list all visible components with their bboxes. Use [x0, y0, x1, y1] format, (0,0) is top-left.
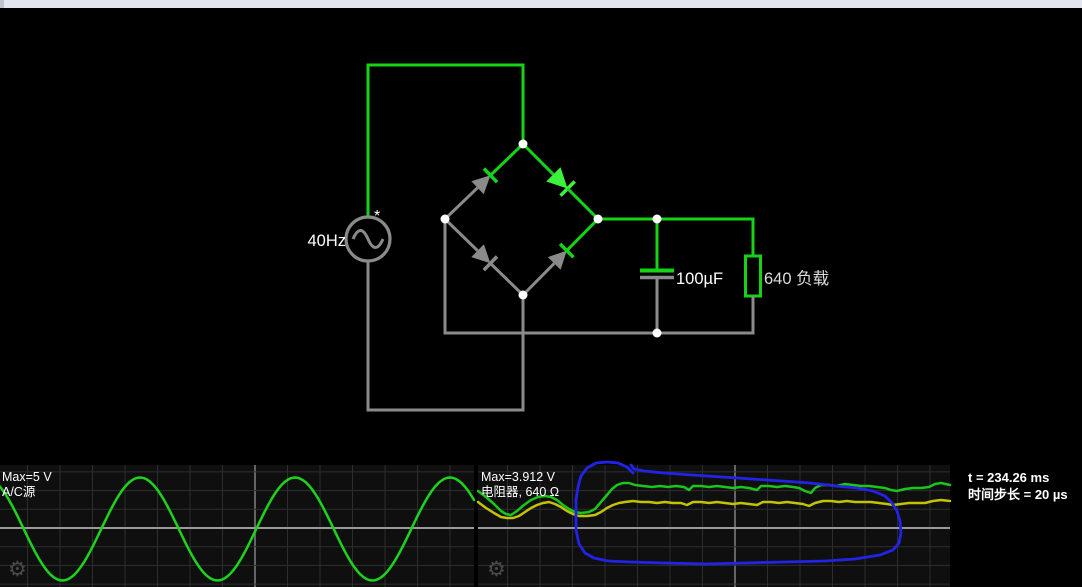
node-dots — [441, 140, 662, 338]
scope-right-name-label: 电阻器, 640 Ω — [481, 485, 559, 500]
scope-right-max-label: Max=3.912 V — [481, 470, 559, 485]
sim-timestep-readout: 时间步长 = 20 µs — [968, 487, 1068, 504]
wire-output-rail[interactable] — [598, 219, 753, 256]
capacitor[interactable] — [640, 219, 674, 333]
capacitor-label: 100µF — [676, 270, 723, 288]
ac-source[interactable] — [346, 217, 390, 261]
ac-source-label: 40Hz — [307, 232, 346, 250]
scope-left-labels: Max=5 V A/C源 — [2, 470, 52, 500]
wire-ac-to-bridge-top[interactable] — [368, 65, 523, 218]
simulation-info: t = 234.26 ms 时间步长 = 20 µs — [968, 470, 1068, 503]
scope-right-labels: Max=3.912 V 电阻器, 640 Ω — [481, 470, 559, 500]
scope-right-settings-gear-icon[interactable]: ⚙ — [487, 557, 506, 581]
ac-source-marker: * — [374, 208, 380, 225]
scope-left-settings-gear-icon[interactable]: ⚙ — [8, 557, 27, 581]
scope-left-max-label: Max=5 V — [2, 470, 52, 485]
diode-top-right[interactable] — [523, 144, 598, 219]
app-window: 40Hz * — [0, 0, 1082, 587]
scope-ac-source[interactable] — [0, 465, 474, 587]
diode-left-bottom[interactable] — [445, 219, 523, 295]
diode-bottom-right[interactable] — [523, 219, 598, 295]
load-resistor[interactable] — [746, 256, 761, 333]
diode-left-top[interactable] — [445, 144, 523, 219]
sim-time-readout: t = 234.26 ms — [968, 470, 1068, 487]
load-label: 640 负载 — [764, 269, 829, 288]
circuit-canvas[interactable]: 40Hz * — [0, 0, 1082, 465]
scope-left-name-label: A/C源 — [2, 485, 52, 500]
